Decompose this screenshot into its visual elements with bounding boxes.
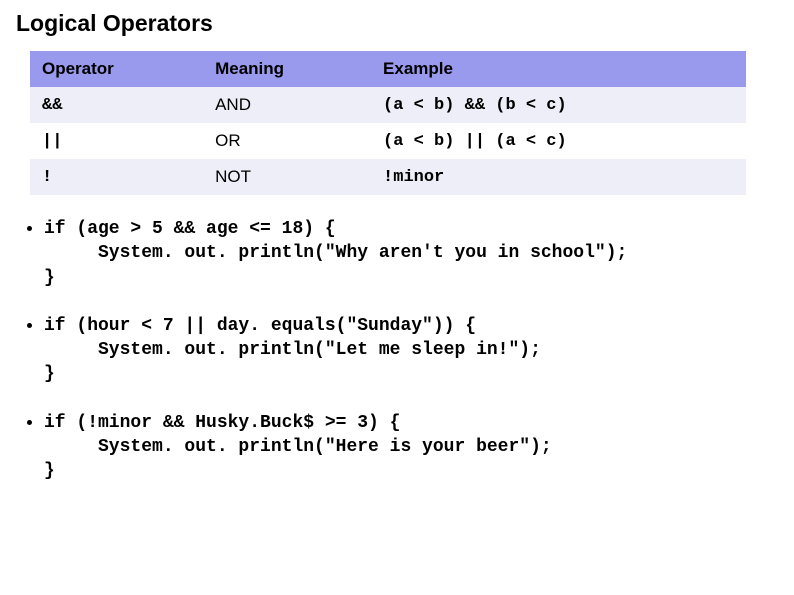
cell-meaning: OR (203, 123, 371, 159)
cell-example: !minor (371, 159, 746, 195)
cell-example: (a < b) && (b < c) (371, 87, 746, 123)
table-row: || OR (a < b) || (a < c) (30, 123, 746, 159)
code-example: if (!minor && Husky.Buck$ >= 3) { System… (44, 409, 778, 484)
cell-operator: || (30, 123, 203, 159)
page-title: Logical Operators (16, 10, 778, 37)
code-example: if (age > 5 && age <= 18) { System. out.… (44, 215, 778, 290)
col-operator: Operator (30, 51, 203, 87)
cell-example: (a < b) || (a < c) (371, 123, 746, 159)
table-row: && AND (a < b) && (b < c) (30, 87, 746, 123)
col-example: Example (371, 51, 746, 87)
table-row: ! NOT !minor (30, 159, 746, 195)
cell-meaning: NOT (203, 159, 371, 195)
col-meaning: Meaning (203, 51, 371, 87)
table-header-row: Operator Meaning Example (30, 51, 746, 87)
cell-operator: ! (30, 159, 203, 195)
code-example: if (hour < 7 || day. equals("Sunday")) {… (44, 312, 778, 387)
code-examples-list: if (age > 5 && age <= 18) { System. out.… (16, 215, 778, 484)
cell-meaning: AND (203, 87, 371, 123)
operators-table: Operator Meaning Example && AND (a < b) … (30, 51, 746, 195)
cell-operator: && (30, 87, 203, 123)
